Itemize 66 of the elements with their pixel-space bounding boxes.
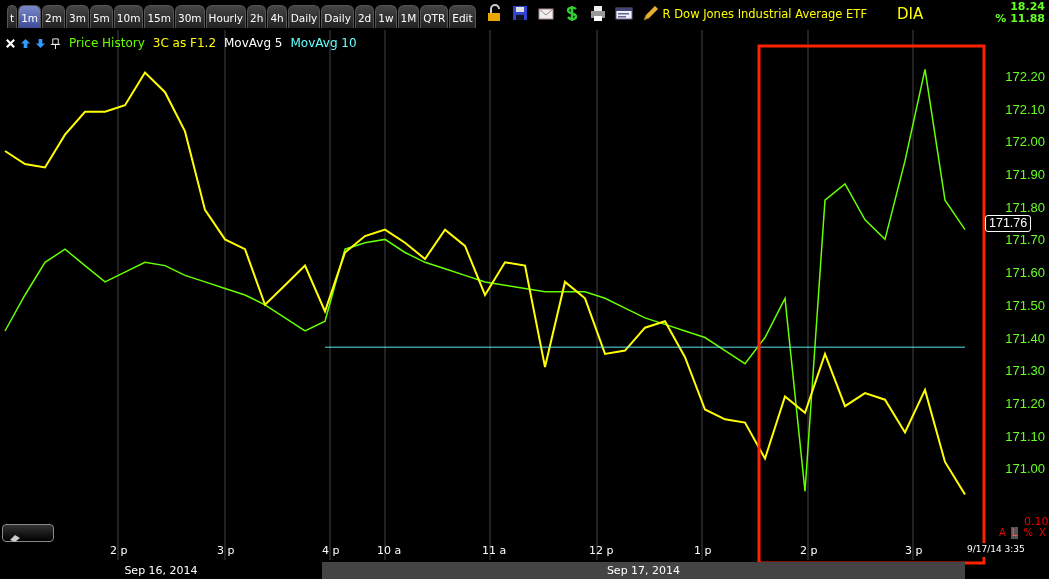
price-label: 171.50 bbox=[1004, 297, 1045, 313]
timeframe-tab[interactable]: Daily bbox=[321, 5, 354, 28]
legend-label: 3C as F1.2 bbox=[152, 35, 216, 52]
price-label: 172.00 bbox=[1004, 134, 1045, 150]
down-arrow-icon[interactable] bbox=[35, 37, 46, 49]
price-label: 171.40 bbox=[1004, 330, 1045, 346]
timeframe-tab[interactable]: 1M bbox=[397, 5, 420, 28]
save-icon[interactable] bbox=[510, 4, 529, 22]
scale-option[interactable]: X bbox=[1037, 527, 1047, 539]
legend-label: Price History bbox=[69, 35, 145, 52]
price-label: 171.90 bbox=[1004, 166, 1045, 182]
price-label: 171.60 bbox=[1004, 265, 1045, 281]
eraser-button[interactable] bbox=[2, 524, 54, 542]
legend-label: MovAvg 5 bbox=[224, 35, 283, 52]
time-label: 2 p bbox=[110, 543, 128, 559]
price-label: 171.00 bbox=[1004, 461, 1045, 477]
timeframe-tab[interactable]: 2m bbox=[42, 5, 65, 28]
pin-icon[interactable] bbox=[50, 37, 61, 49]
time-label: 12 p bbox=[589, 543, 614, 559]
scale-value: 0.10 bbox=[1024, 514, 1049, 528]
up-arrow-icon[interactable] bbox=[20, 37, 31, 49]
time-label: 11 a bbox=[482, 543, 507, 559]
timeframe-tab[interactable]: 3m bbox=[65, 5, 89, 28]
price-label: 171.80 bbox=[1004, 199, 1045, 215]
timeframe-tab[interactable]: Edit bbox=[449, 5, 476, 28]
timeframe-tab[interactable]: 1w bbox=[375, 5, 397, 28]
timeframe-tab[interactable]: 30m bbox=[175, 5, 205, 28]
eraser-icon bbox=[8, 532, 22, 543]
chart-title: R Dow Jones Industrial Average ETF bbox=[662, 6, 867, 23]
timeframe-tab[interactable]: Hourly bbox=[205, 5, 247, 28]
timeframe-tab[interactable]: 10m bbox=[113, 5, 144, 28]
date-label: Sep 16, 2014 bbox=[123, 563, 199, 579]
price-label: 171.10 bbox=[1004, 428, 1045, 444]
percent-change: % 11.88 bbox=[995, 12, 1045, 25]
pencil-icon[interactable] bbox=[640, 4, 659, 22]
legend-label: MovAvg 10 bbox=[290, 35, 357, 52]
ticker-symbol: DIA bbox=[897, 4, 924, 25]
timeframe-tab[interactable]: 5m bbox=[89, 5, 113, 28]
time-label: 1 p bbox=[694, 543, 712, 559]
change-value: 18.24 bbox=[1009, 1, 1045, 13]
time-label: 3 p bbox=[217, 543, 235, 559]
price-label: 172.10 bbox=[1004, 101, 1045, 117]
printer-icon[interactable] bbox=[588, 4, 607, 22]
timestamp: 9/17/14 3:35 bbox=[967, 543, 1025, 557]
timeframe-tab[interactable]: 4h bbox=[267, 5, 287, 28]
price-label: 172.20 bbox=[1004, 68, 1045, 84]
close-icon[interactable] bbox=[5, 37, 16, 49]
timeframe-tab[interactable]: 2h bbox=[247, 5, 267, 28]
scale-option[interactable]: % bbox=[1022, 527, 1034, 539]
timeframe-tab[interactable]: 2d bbox=[354, 5, 375, 28]
scale-option[interactable]: A bbox=[998, 527, 1007, 539]
timeframe-tab[interactable]: 15m bbox=[144, 5, 174, 28]
time-label: 3 p bbox=[905, 543, 923, 559]
time-label: 4 p bbox=[322, 543, 340, 559]
timeframe-tab[interactable]: Daily bbox=[287, 5, 321, 28]
price-label: 171.20 bbox=[1004, 395, 1045, 411]
time-label: 10 a bbox=[377, 543, 402, 559]
price-label: 171.70 bbox=[1004, 232, 1045, 248]
date-label: Sep 17, 2014 bbox=[322, 562, 965, 579]
timeframe-tab[interactable]: QTR bbox=[420, 5, 449, 28]
window-icon[interactable] bbox=[614, 4, 633, 22]
time-label: 2 p bbox=[800, 543, 818, 559]
timeframe-tab[interactable]: 1m bbox=[18, 5, 42, 28]
timeframe-tab[interactable]: t bbox=[7, 5, 18, 28]
price-label: 171.30 bbox=[1004, 363, 1045, 379]
current-price: 171.76 bbox=[985, 215, 1032, 232]
